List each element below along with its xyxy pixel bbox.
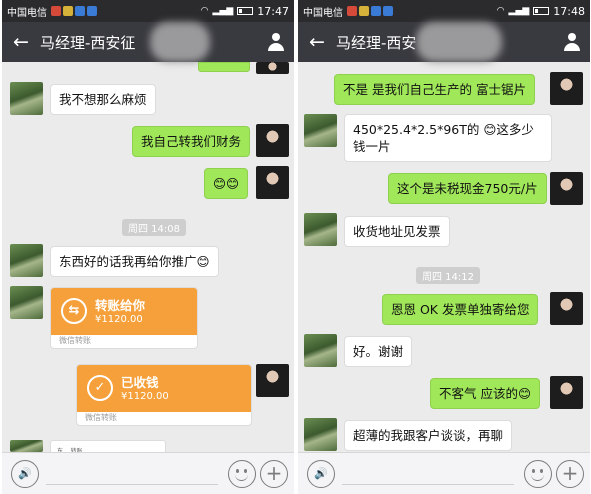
plus-icon[interactable]: + bbox=[556, 460, 584, 488]
app-notification-icon bbox=[63, 6, 73, 16]
transfer-label: 已收钱 bbox=[121, 375, 159, 390]
notification-icons bbox=[51, 6, 97, 16]
app-notification-icon bbox=[51, 6, 61, 16]
partial-outgoing-bubble bbox=[198, 62, 250, 72]
status-bar: 中国电信 ◠ ▂▄▆ 17:48 bbox=[298, 0, 590, 22]
contact-avatar[interactable] bbox=[10, 244, 43, 277]
signal-icon: ▂▄▆ bbox=[508, 6, 530, 16]
message-outgoing: 不客气 应该的😊 bbox=[430, 378, 541, 409]
chat-title: 马经理-西安 bbox=[336, 33, 417, 52]
contact-avatar[interactable] bbox=[10, 286, 43, 319]
message-outgoing: 这个是未税现金750元/片 bbox=[388, 173, 547, 204]
my-avatar[interactable] bbox=[256, 364, 289, 397]
voice-input-icon[interactable]: 🔊 bbox=[307, 460, 335, 488]
app-notification-icon bbox=[347, 6, 357, 16]
input-bar: 🔊 + bbox=[298, 452, 590, 494]
my-avatar[interactable] bbox=[256, 166, 289, 199]
avatar bbox=[256, 62, 289, 74]
my-avatar[interactable] bbox=[550, 292, 583, 325]
message-outgoing: 我自己转我们财务 bbox=[132, 126, 251, 157]
redaction-blur bbox=[416, 22, 502, 62]
app-notification-icon bbox=[371, 6, 381, 16]
carrier-label: 中国电信 bbox=[303, 7, 343, 19]
back-icon[interactable]: ← bbox=[298, 31, 336, 53]
message-outgoing: 不是 是我们自己生产的 富士锯片 bbox=[334, 74, 535, 105]
contact-avatar[interactable] bbox=[304, 418, 337, 451]
contact-avatar[interactable] bbox=[304, 334, 337, 367]
contact-avatar[interactable] bbox=[304, 114, 337, 147]
message-input[interactable] bbox=[342, 484, 514, 485]
my-avatar[interactable] bbox=[550, 172, 583, 205]
wifi-icon: ◠ bbox=[496, 6, 505, 16]
message-outgoing: 😊😊 bbox=[204, 168, 249, 199]
transfer-amount: ¥1120.00 bbox=[121, 391, 169, 402]
redaction-blur bbox=[150, 22, 210, 62]
app-notification-icon bbox=[383, 6, 393, 16]
signal-icon: ▂▄▆ bbox=[212, 6, 234, 16]
chat-screen-right: 中国电信 ◠ ▂▄▆ 17:48 ← 马经理-西安 不是 是我们自己生产的 富士… bbox=[298, 0, 590, 494]
status-time: 17:48 bbox=[553, 4, 585, 18]
transfer-icon: ⇆ bbox=[61, 298, 87, 324]
message-incoming: 收货地址见发票 bbox=[344, 216, 450, 247]
emoji-icon[interactable] bbox=[228, 460, 256, 488]
contact-profile-icon[interactable] bbox=[562, 32, 582, 52]
message-incoming: 450*25.4*2.5*96T的 😊这多少钱一片 bbox=[344, 114, 552, 162]
transfer-footer: 微信转账 bbox=[85, 413, 117, 422]
message-outgoing: 恩恩 OK 发票单独寄给您 bbox=[382, 294, 539, 325]
battery-icon bbox=[533, 7, 550, 15]
transfer-card[interactable]: ⇆ 转账给你 ¥1120.00 微信转账 bbox=[50, 287, 198, 349]
message-incoming: 超薄的我跟客户谈谈，再聊 bbox=[344, 420, 513, 451]
transfer-label: 转账给你 bbox=[95, 298, 146, 313]
my-avatar[interactable] bbox=[256, 124, 289, 157]
chat-header: ← 马经理-西安 bbox=[298, 22, 590, 62]
chat-title: 马经理-西安征 bbox=[40, 33, 136, 52]
message-timestamp: 周四 14:08 bbox=[122, 219, 186, 236]
plus-icon[interactable]: + bbox=[260, 460, 288, 488]
status-time: 17:47 bbox=[257, 4, 289, 18]
message-incoming: 东西好的话我再给你推广😊 bbox=[50, 246, 219, 277]
app-notification-icon bbox=[87, 6, 97, 16]
contact-avatar[interactable] bbox=[10, 82, 43, 115]
contact-profile-icon[interactable] bbox=[266, 32, 286, 52]
input-bar: 🔊 + bbox=[2, 452, 294, 494]
emoji-icon[interactable] bbox=[524, 460, 552, 488]
voice-input-icon[interactable]: 🔊 bbox=[11, 460, 39, 488]
message-input[interactable] bbox=[46, 484, 218, 485]
message-timestamp: 周四 14:12 bbox=[416, 267, 480, 284]
chat-header: ← 马经理-西安征 bbox=[2, 22, 294, 62]
transfer-received-card[interactable]: ✓ 已收钱 ¥1120.00 微信转账 bbox=[76, 364, 252, 426]
back-icon[interactable]: ← bbox=[2, 31, 40, 53]
transfer-footer: 微信转账 bbox=[59, 336, 91, 345]
chat-screen-left: 中国电信 ◠ ▂▄▆ 17:47 ← 马经理-西安征 我不想那么麻烦 我自己转我… bbox=[2, 0, 294, 494]
received-check-icon: ✓ bbox=[87, 375, 113, 401]
status-bar: 中国电信 ◠ ▂▄▆ 17:47 bbox=[2, 0, 294, 22]
battery-icon bbox=[237, 7, 254, 15]
app-notification-icon bbox=[359, 6, 369, 16]
contact-avatar[interactable] bbox=[304, 213, 337, 246]
contact-avatar bbox=[10, 440, 43, 452]
my-avatar[interactable] bbox=[550, 376, 583, 409]
message-incoming: 我不想那么麻烦 bbox=[50, 84, 156, 115]
message-incoming: 好。谢谢 bbox=[344, 336, 413, 367]
notification-icons bbox=[347, 6, 393, 16]
transfer-amount: ¥1120.00 bbox=[95, 314, 143, 325]
my-avatar[interactable] bbox=[550, 72, 583, 105]
app-notification-icon bbox=[75, 6, 85, 16]
carrier-label: 中国电信 bbox=[7, 7, 47, 19]
wifi-icon: ◠ bbox=[200, 6, 209, 16]
